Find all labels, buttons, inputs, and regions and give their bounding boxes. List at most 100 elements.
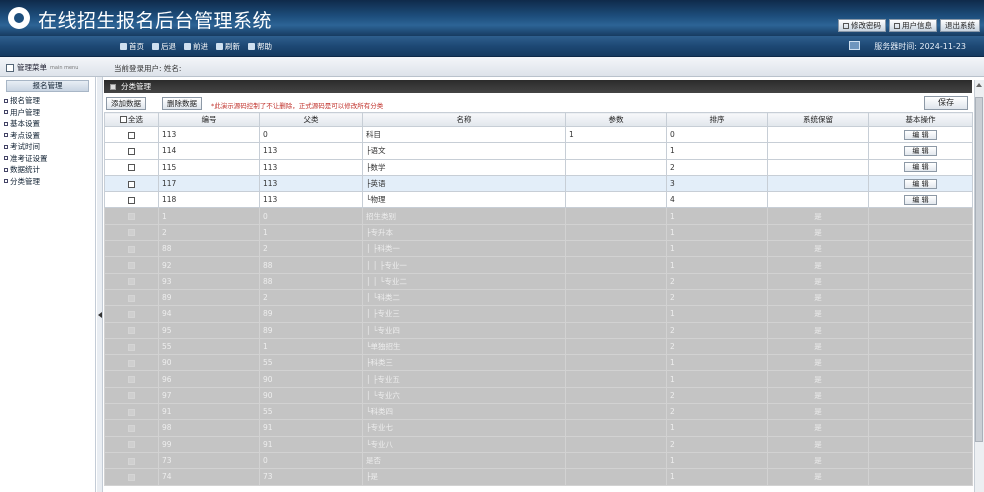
cell-id[interactable]: 113 — [158, 125, 260, 144]
cell-name[interactable]: ├语文 — [362, 142, 566, 160]
collapse-arrow-icon[interactable] — [98, 312, 102, 318]
info-bar: 管理菜单 main menu 当前登录用户: 姓名: — [0, 57, 984, 77]
cell-param[interactable] — [565, 142, 667, 160]
cell-actions — [868, 223, 973, 242]
nav-help[interactable]: 帮助 — [248, 41, 272, 52]
edit-button[interactable]: 编 辑 — [904, 194, 937, 205]
cell-reserved: 是 — [767, 386, 869, 405]
cell-parent[interactable]: 113 — [259, 191, 363, 209]
cell-order[interactable]: 4 — [666, 191, 768, 209]
cell-order: 1 — [666, 223, 768, 242]
cell-param — [565, 207, 667, 225]
cell-name[interactable]: ├数学 — [362, 158, 566, 176]
cell-param[interactable] — [565, 174, 667, 193]
cell-name[interactable]: ├英语 — [362, 174, 566, 193]
cell-name[interactable]: └物理 — [362, 191, 566, 209]
row-checkbox[interactable] — [128, 180, 135, 188]
sidebar-item[interactable]: 报名管理 — [0, 95, 95, 107]
sidebar-item[interactable]: 基本设置 — [0, 118, 95, 130]
cell-id[interactable]: 117 — [158, 174, 260, 193]
cell-name[interactable]: 科目 — [362, 125, 566, 144]
cell-parent[interactable]: 0 — [259, 125, 363, 144]
nav-forward[interactable]: 前进 — [184, 41, 208, 52]
cell-actions: 编 辑 — [868, 142, 973, 160]
bullet-icon — [4, 144, 8, 149]
add-data-button[interactable]: 添加数据 — [106, 97, 146, 110]
logout-button[interactable]: 退出系统 — [940, 19, 980, 32]
cell-order[interactable]: 1 — [666, 142, 768, 160]
row-select-cell — [104, 435, 159, 453]
cell-reserved: 是 — [767, 419, 869, 437]
cell-id[interactable]: 118 — [158, 191, 260, 209]
panel-icon — [110, 83, 116, 90]
cell-param — [565, 403, 667, 421]
row-checkbox — [128, 392, 135, 400]
edit-button[interactable]: 编 辑 — [904, 129, 937, 140]
select-all-checkbox[interactable] — [120, 116, 127, 123]
cell-name: │ │ ├专业一 — [362, 256, 566, 274]
cell-name: └专业八 — [362, 435, 566, 453]
select-all-header[interactable]: 全选 — [104, 112, 159, 127]
nav-refresh[interactable]: 刷新 — [216, 41, 240, 52]
header-reserved: 系统保留 — [767, 112, 869, 127]
table-row: 90 55 ├科类三 1 是 — [104, 354, 973, 372]
cell-actions — [868, 288, 973, 307]
cell-order[interactable]: 0 — [666, 125, 768, 144]
cell-parent: 91 — [259, 419, 363, 437]
sidebar-item[interactable]: 考试时间 — [0, 141, 95, 153]
app-header: 在线招生报名后台管理系统 修改密码 用户信息 退出系统 — [0, 0, 984, 36]
table-row: 118 113 └物理 4 编 辑 — [104, 191, 973, 209]
cell-reserved: 是 — [767, 451, 869, 470]
cell-parent[interactable]: 113 — [259, 158, 363, 176]
change-password-button[interactable]: 修改密码 — [838, 19, 886, 32]
cell-actions — [868, 370, 973, 388]
cell-order: 1 — [666, 207, 768, 225]
cell-param[interactable]: 1 — [565, 125, 667, 144]
cell-id[interactable]: 114 — [158, 142, 260, 160]
scroll-thumb[interactable] — [975, 97, 983, 442]
edit-button[interactable]: 编 辑 — [904, 178, 937, 189]
row-checkbox[interactable] — [128, 131, 135, 139]
cell-order: 1 — [666, 305, 768, 323]
menu-icon — [6, 63, 14, 72]
cell-order: 2 — [666, 288, 768, 307]
sidebar-item[interactable]: 准考证设置 — [0, 153, 95, 165]
table-row: 115 113 ├数学 2 编 辑 — [104, 158, 973, 176]
cell-reserved: 是 — [767, 321, 869, 339]
sidebar-item[interactable]: 考点设置 — [0, 130, 95, 142]
bullet-icon — [4, 179, 8, 184]
cell-param[interactable] — [565, 191, 667, 209]
header-parent: 父类 — [259, 112, 363, 127]
table-row: 92 88 │ │ ├专业一 1 是 — [104, 256, 973, 274]
sidebar-item[interactable]: 用户管理 — [0, 107, 95, 119]
delete-data-button[interactable]: 删除数据 — [162, 97, 202, 110]
row-checkbox[interactable] — [128, 196, 135, 204]
scroll-up-arrow-icon[interactable] — [976, 83, 982, 87]
edit-button[interactable]: 编 辑 — [904, 162, 937, 173]
edit-button[interactable]: 编 辑 — [904, 145, 937, 156]
cell-id: 93 — [158, 272, 260, 290]
sidebar-splitter[interactable] — [97, 77, 103, 492]
cell-param[interactable] — [565, 158, 667, 176]
cell-reserved: 是 — [767, 354, 869, 372]
row-checkbox[interactable] — [128, 164, 135, 172]
nav-back[interactable]: 后退 — [152, 41, 176, 52]
sidebar-item[interactable]: 分类管理 — [0, 176, 95, 188]
cell-parent[interactable]: 113 — [259, 142, 363, 160]
cell-name: └科类四 — [362, 403, 566, 421]
cell-parent[interactable]: 113 — [259, 174, 363, 193]
cell-id[interactable]: 115 — [158, 158, 260, 176]
cell-reserved: 是 — [767, 435, 869, 453]
cell-order[interactable]: 3 — [666, 174, 768, 193]
row-checkbox — [128, 343, 135, 351]
nav-home[interactable]: 首页 — [120, 41, 144, 52]
save-button[interactable]: 保存 — [924, 96, 968, 110]
row-checkbox[interactable] — [128, 147, 135, 155]
user-info-button[interactable]: 用户信息 — [889, 19, 937, 32]
sidebar-item[interactable]: 数据统计 — [0, 164, 95, 176]
cell-order[interactable]: 2 — [666, 158, 768, 176]
cell-parent: 1 — [259, 337, 363, 356]
table-row: 95 89 │ └专业四 2 是 — [104, 321, 973, 339]
cell-order: 2 — [666, 403, 768, 421]
bullet-icon — [4, 98, 8, 103]
